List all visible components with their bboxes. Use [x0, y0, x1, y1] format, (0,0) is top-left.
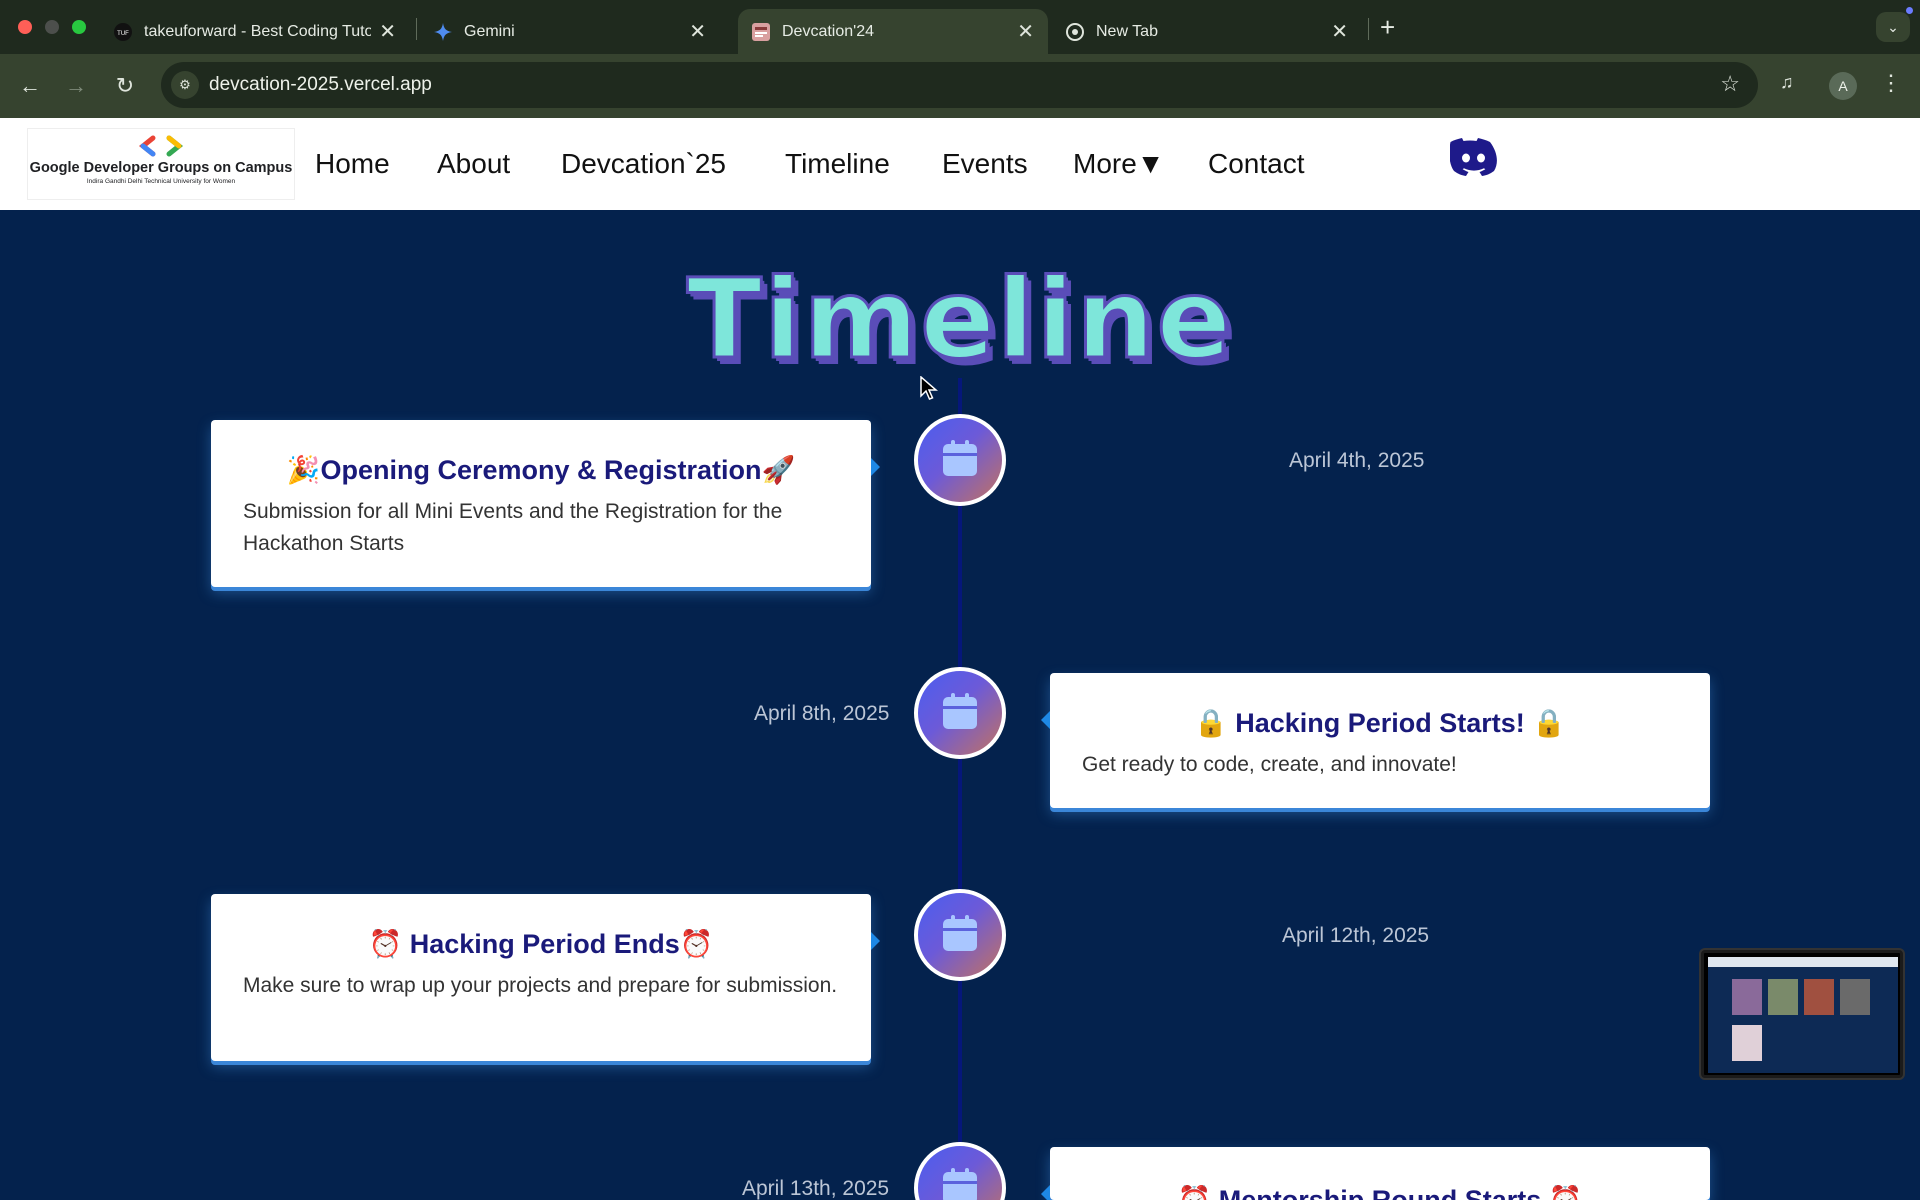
tab-separator — [416, 18, 417, 40]
timeline-card-hacking-starts: 🔒 Hacking Period Starts! 🔒 Get ready to … — [1041, 673, 1710, 808]
gemini-icon — [434, 22, 452, 41]
browser-tab-gemini[interactable]: Gemini ✕ — [420, 9, 720, 54]
event-title: 🔒 Hacking Period Starts! 🔒 — [1194, 708, 1566, 738]
nav-about[interactable]: About — [437, 148, 510, 180]
gdg-logo[interactable]: Google Developer Groups on Campus Indira… — [27, 128, 295, 200]
event-title: 🎉Opening Ceremony & Registration🚀 — [286, 455, 796, 485]
close-tab-icon[interactable]: ✕ — [1331, 19, 1348, 44]
address-bar[interactable]: ⚙ devcation-2025.vercel.app ☆ — [161, 62, 1758, 108]
site-settings-icon[interactable]: ⚙ — [171, 71, 199, 99]
nav-more-dropdown[interactable]: More▼ — [1073, 148, 1165, 180]
pip-thumbnail — [1732, 1025, 1762, 1061]
picture-in-picture-window[interactable] — [1701, 950, 1903, 1078]
profile-avatar[interactable]: A — [1829, 72, 1857, 100]
event-description: Submission for all Mini Events and the R… — [243, 500, 783, 555]
pip-thumbnail — [1840, 979, 1870, 1015]
calendar-icon — [943, 915, 977, 951]
calendar-node — [914, 414, 1006, 506]
event-title: ⏰ Hacking Period Ends⏰ — [368, 929, 714, 959]
tab-title: Gemini — [464, 22, 515, 40]
calendar-icon — [943, 440, 977, 476]
event-title: ⏰ Mentorship Round Starts ⏰ — [1177, 1185, 1583, 1200]
card-pointer — [1041, 1185, 1050, 1200]
url-text: devcation-2025.vercel.app — [209, 74, 432, 95]
pip-thumbnail — [1732, 979, 1762, 1015]
calendar-node — [914, 889, 1006, 981]
devcation-icon — [752, 22, 770, 41]
nav-devcation[interactable]: Devcation`25 — [561, 148, 726, 180]
event-date: April 4th, 2025 — [1289, 449, 1425, 472]
pip-preview — [1708, 957, 1898, 1073]
browser-tab-takeuforward[interactable]: TUF takeuforward - Best Coding Tutorials… — [100, 9, 410, 54]
event-date: April 8th, 2025 — [754, 702, 890, 725]
chrome-icon — [1066, 22, 1084, 41]
close-window-button[interactable] — [18, 20, 32, 34]
discord-icon[interactable] — [1450, 136, 1498, 176]
mouse-cursor-icon — [920, 376, 938, 400]
forward-arrow-icon[interactable]: → — [62, 72, 90, 100]
close-tab-icon[interactable]: ✕ — [379, 19, 396, 44]
pip-thumbnail — [1804, 979, 1834, 1015]
bookmark-star-icon[interactable]: ☆ — [1720, 71, 1740, 97]
tab-search-chevron-down-icon[interactable]: ⌄ — [1876, 12, 1910, 42]
back-arrow-icon[interactable]: ← — [16, 72, 44, 100]
tuf-icon: TUF — [114, 22, 132, 41]
nav-timeline[interactable]: Timeline — [785, 148, 890, 180]
gdg-logo-icon — [139, 135, 183, 157]
tab-title: takeuforward - Best Coding Tutorials — [144, 22, 372, 40]
tab-title: Devcation'24 — [782, 22, 874, 40]
maximize-window-button[interactable] — [72, 20, 86, 34]
notification-dot — [1906, 7, 1913, 14]
tab-separator — [1368, 18, 1369, 40]
calendar-node — [914, 667, 1006, 759]
timeline-card-opening-ceremony: 🎉Opening Ceremony & Registration🚀 Submis… — [211, 420, 880, 587]
calendar-icon — [943, 693, 977, 729]
pip-preview-header — [1708, 957, 1898, 967]
tab-title: New Tab — [1096, 22, 1158, 40]
nav-contact[interactable]: Contact — [1208, 148, 1305, 180]
close-tab-icon[interactable]: ✕ — [1017, 19, 1034, 44]
close-tab-icon[interactable]: ✕ — [689, 19, 706, 44]
calendar-icon — [943, 1168, 977, 1200]
browser-tab-new-tab[interactable]: New Tab ✕ — [1052, 9, 1362, 54]
card-pointer — [1041, 711, 1050, 729]
card-pointer — [871, 458, 880, 476]
nav-home[interactable]: Home — [315, 148, 390, 180]
event-date: April 12th, 2025 — [1282, 924, 1430, 947]
timeline-card-mentorship: ⏰ Mentorship Round Starts ⏰ — [1041, 1147, 1710, 1200]
logo-subtitle: Indira Gandhi Delhi Technical University… — [86, 178, 236, 185]
browser-tab-devcation[interactable]: Devcation'24 ✕ — [738, 9, 1048, 54]
page-title: Timeline — [685, 254, 1234, 385]
event-description: Get ready to code, create, and innovate! — [1082, 753, 1457, 776]
browser-toolbar: ← → ↻ ⚙ devcation-2025.vercel.app ☆ — [0, 54, 1920, 118]
nav-events[interactable]: Events — [942, 148, 1028, 180]
new-tab-button[interactable]: + — [1380, 12, 1395, 43]
minimize-window-button[interactable] — [45, 20, 59, 34]
browser-menu-icon[interactable]: ⋮ — [1880, 70, 1902, 96]
svg-text:TUF: TUF — [117, 31, 129, 37]
logo-name: Google Developer Groups on Campus — [29, 160, 293, 176]
pip-thumbnail — [1768, 979, 1798, 1015]
site-header: Google Developer Groups on Campus Indira… — [0, 118, 1920, 210]
browser-tab-strip: TUF takeuforward - Best Coding Tutorials… — [0, 0, 1920, 54]
card-pointer — [871, 932, 880, 950]
timeline-card-hacking-ends: ⏰ Hacking Period Ends⏰ Make sure to wrap… — [211, 894, 880, 1061]
event-date: April 13th, 2025 — [742, 1177, 890, 1200]
reload-icon[interactable]: ↻ — [111, 72, 139, 100]
event-description: Make sure to wrap up your projects and p… — [243, 974, 838, 997]
media-control-icon[interactable]: ♫ — [1780, 72, 1794, 93]
calendar-node — [914, 1142, 1006, 1200]
